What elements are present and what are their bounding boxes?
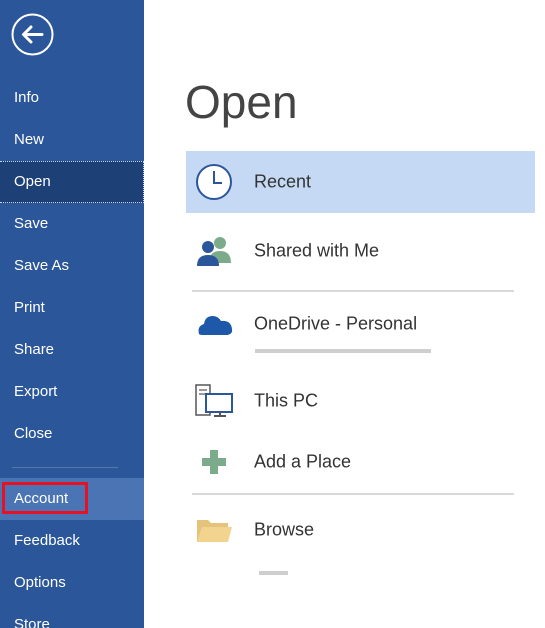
nav-item-export[interactable]: Export bbox=[0, 371, 144, 413]
location-label: Add a Place bbox=[254, 451, 352, 472]
location-onedrive[interactable]: OneDrive - Personal bbox=[186, 293, 535, 355]
nav-divider bbox=[12, 467, 118, 468]
location-divider bbox=[192, 290, 514, 292]
nav-item-share[interactable]: Share bbox=[0, 329, 144, 371]
location-label: OneDrive - Personal bbox=[254, 313, 418, 334]
nav-item-feedback[interactable]: Feedback bbox=[0, 520, 144, 562]
computer-icon bbox=[195, 384, 233, 417]
folder-icon bbox=[197, 520, 232, 542]
nav-item-account[interactable]: Account bbox=[0, 478, 144, 520]
nav-item-close[interactable]: Close bbox=[0, 413, 144, 455]
nav-item-open[interactable]: Open bbox=[0, 161, 144, 203]
people-icon bbox=[197, 237, 231, 266]
clock-icon bbox=[196, 164, 232, 200]
nav-item-info[interactable]: Info bbox=[0, 77, 144, 119]
browse-progress-bar bbox=[259, 571, 288, 575]
location-divider bbox=[192, 493, 514, 495]
location-label: Shared with Me bbox=[254, 240, 380, 261]
location-browse[interactable]: Browse bbox=[186, 499, 535, 561]
location-add-a-place[interactable]: Add a Place bbox=[186, 431, 535, 493]
back-arrow-icon bbox=[11, 13, 54, 56]
nav-item-store[interactable]: Store bbox=[0, 604, 144, 628]
location-shared-with-me[interactable]: Shared with Me bbox=[186, 220, 535, 282]
back-button[interactable] bbox=[11, 13, 54, 56]
nav-item-new[interactable]: New bbox=[0, 119, 144, 161]
page-title: Open bbox=[185, 76, 298, 128]
location-label: Browse bbox=[254, 519, 315, 540]
location-recent[interactable]: Recent bbox=[186, 151, 535, 213]
nav-item-print[interactable]: Print bbox=[0, 287, 144, 329]
location-label: This PC bbox=[254, 390, 319, 411]
nav-item-save[interactable]: Save bbox=[0, 203, 144, 245]
location-this-pc[interactable]: This PC bbox=[186, 370, 535, 432]
nav-item-save-as[interactable]: Save As bbox=[0, 245, 144, 287]
backstage-nav: Info New Open Save Save As Print Share E… bbox=[0, 77, 144, 628]
location-label: Recent bbox=[254, 171, 312, 192]
onedrive-progress-bar bbox=[255, 349, 431, 353]
cloud-icon bbox=[198, 316, 233, 335]
plus-icon bbox=[202, 450, 226, 474]
nav-item-options[interactable]: Options bbox=[0, 562, 144, 604]
backstage-sidebar: Info New Open Save Save As Print Share E… bbox=[0, 0, 144, 628]
open-pane: Open Recent Shared with Me OneDrive - Pe… bbox=[144, 0, 545, 628]
